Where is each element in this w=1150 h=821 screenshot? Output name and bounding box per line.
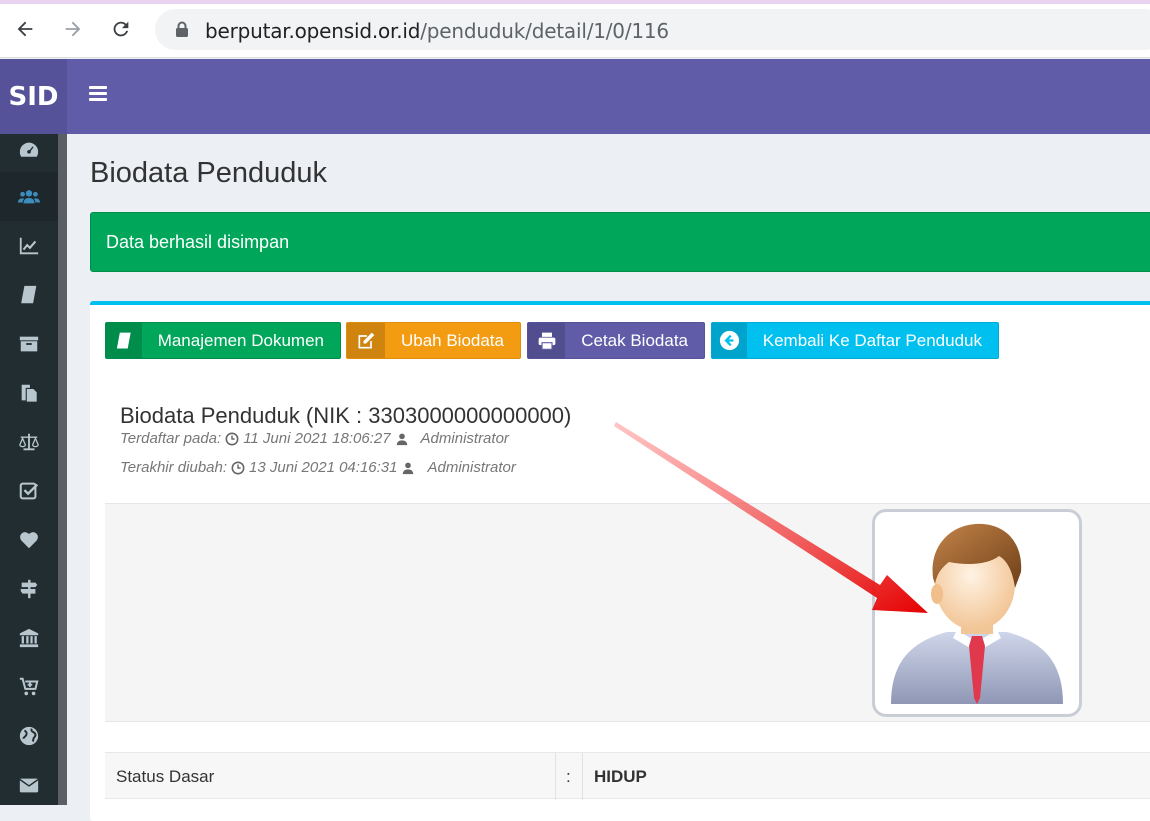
edit-biodata-button[interactable]: Ubah Biodata [346,322,521,359]
edit-biodata-label: Ubah Biodata [400,330,504,350]
biodata-heading: Biodata Penduduk (NIK : 3303000000000000… [120,403,572,428]
edit-icon [347,323,385,358]
sidebar [0,134,58,805]
back-to-list-label: Kembali Ke Daftar Penduduk [762,330,982,350]
manage-documents-button[interactable]: Manajemen Dokumen [105,322,341,359]
app-logo[interactable]: SID [0,59,67,134]
registered-by: Administrator [420,430,509,447]
sidebar-item-statistik[interactable] [0,221,58,270]
book-icon [21,285,37,303]
forward-arrow-icon[interactable] [58,14,88,44]
sidebar-item-kotak-pesan[interactable] [0,760,58,809]
success-alert: Data berhasil disimpan [90,212,1150,272]
book-icon [106,323,142,358]
archive-icon [19,336,39,351]
clock-icon [225,432,239,445]
arrow-circle-left-icon [712,323,747,358]
status-dasar-colon: : [566,766,571,786]
line-chart-icon [19,237,39,254]
bank-icon [19,628,39,647]
sidebar-item-dashboard[interactable] [0,125,58,174]
page-title: Biodata Penduduk [90,157,328,189]
updated-label: Terakhir diubah: [120,459,228,476]
tab-strip-edge [0,0,1150,4]
browser-toolbar: berputar.opensid.or.id/penduduk/detail/1… [0,0,1150,58]
sidebar-item-penduduk[interactable] [0,172,58,221]
back-arrow-icon[interactable] [10,14,40,44]
menu-toggle-icon[interactable] [89,86,107,102]
sidebar-scrollbar[interactable] [58,134,67,805]
lock-icon [176,21,188,37]
sidebar-item-lapak[interactable] [0,662,58,711]
updated-by: Administrator [427,459,516,476]
sidebar-item-hukum[interactable] [0,417,58,466]
heart-icon [20,531,38,548]
manage-documents-label: Manajemen Dokumen [157,330,324,350]
back-to-list-button[interactable]: Kembali Ke Daftar Penduduk [711,322,999,359]
status-dasar-row: Status Dasar : HIDUP [105,752,1150,800]
status-dasar-value: HIDUP [594,766,647,786]
reload-icon[interactable] [106,14,136,44]
updated-meta: Terakhir diubah: 13 Juni 2021 04:16:31 A… [120,459,516,476]
files-icon [21,384,38,403]
clock-icon [231,461,245,474]
print-biodata-button[interactable]: Cetak Biodata [527,322,705,359]
sidebar-item-analisis[interactable] [0,466,58,515]
user-icon [403,462,414,474]
sidebar-item-keuangan[interactable] [0,368,58,417]
updated-datetime: 13 Juni 2021 04:16:31 [249,459,398,476]
user-icon [396,433,407,445]
sidebar-item-pembangunan[interactable] [0,613,58,662]
resident-photo [872,509,1082,717]
sidebar-item-pertanahan[interactable] [0,564,58,613]
sidebar-item-sekretariat[interactable] [0,319,58,368]
print-icon [528,323,566,358]
registered-datetime: 11 Juni 2021 18:06:27 [243,430,391,447]
sidebar-item-bantuan[interactable] [0,515,58,564]
top-navbar [67,59,1150,134]
print-biodata-label: Cetak Biodata [581,330,688,350]
dashboard-icon [19,142,39,157]
url-path: /penduduk/detail/1/0/116 [420,19,669,43]
url-text: berputar.opensid.or.id/penduduk/detail/1… [205,19,669,43]
check-square-icon [19,482,39,499]
envelope-icon [19,778,39,792]
address-bar[interactable]: berputar.opensid.or.id/penduduk/detail/1… [155,9,1150,50]
default-avatar-icon [891,523,1063,704]
signpost-icon [20,579,38,598]
balance-scale-icon [19,433,39,450]
registered-meta: Terdaftar pada: 11 Juni 2021 18:06:27 Ad… [120,430,509,447]
cart-plus-icon [19,677,39,695]
users-icon [18,189,40,203]
registered-label: Terdaftar pada: [120,430,222,447]
sidebar-item-layanan-surat[interactable] [0,270,58,319]
url-host: berputar.opensid.or.id [205,19,421,43]
globe-icon [19,726,39,745]
sidebar-item-pemetaan[interactable] [0,711,58,760]
status-dasar-label: Status Dasar [116,766,215,786]
